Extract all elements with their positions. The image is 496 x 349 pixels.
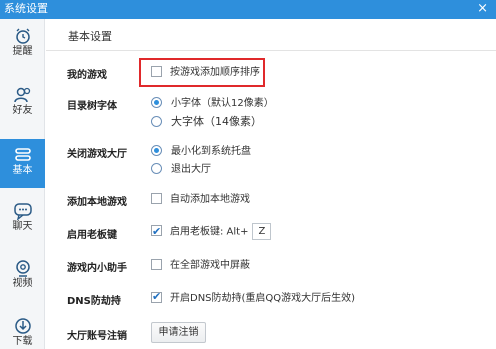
sidebar-item-label: 聊天	[12, 221, 33, 232]
download-icon	[14, 318, 31, 334]
sidebar-item-label: 基本	[12, 165, 33, 176]
radio-minimize-to-tray[interactable]: 最小化到系统托盘	[151, 144, 251, 159]
sidebar-item-label: 好友	[12, 105, 33, 116]
radio-small-font[interactable]: 小字体（默认12像素）	[151, 96, 274, 111]
radio-large-font[interactable]: 大字体（14像素）	[151, 115, 262, 129]
sidebar-item-label: 下载	[12, 336, 33, 347]
chat-bubble-icon	[13, 203, 32, 220]
radio-button[interactable]	[151, 162, 162, 174]
checkbox-label: 开启DNS防劫持(重启QQ游戏大厅后生效)	[170, 293, 356, 304]
radio-label: 退出大厅	[171, 164, 211, 175]
radio-button[interactable]	[151, 96, 162, 108]
checkbox-label: 在全部游戏中屏蔽	[170, 260, 250, 271]
label-tree-font: 目录树字体	[67, 101, 117, 112]
label-my-games: 我的游戏	[67, 70, 107, 81]
sidebar-item-video[interactable]: 视频	[0, 259, 45, 303]
close-icon[interactable]: ×	[477, 1, 488, 17]
label-boss-key: 启用老板键	[67, 230, 117, 241]
apply-cancel-button[interactable]: 申请注销	[151, 322, 206, 343]
checkbox-boss-key[interactable]: 启用老板键: Alt+Z	[151, 223, 272, 241]
boss-key-input[interactable]: Z	[252, 223, 272, 240]
sidebar-item-label: 视频	[12, 278, 33, 289]
radio-label: 最小化到系统托盘	[171, 146, 251, 157]
checkbox-block-in-all-games[interactable]: 在全部游戏中屏蔽	[151, 258, 250, 273]
radio-label: 小字体（默认12像素）	[171, 98, 274, 109]
checkbox-box[interactable]	[151, 65, 162, 77]
label-account-cancel: 大厅账号注销	[67, 331, 127, 342]
radio-button[interactable]	[151, 115, 162, 127]
checkbox-sort-by-add-order[interactable]: 按游戏添加顺序排序	[151, 65, 260, 80]
sidebar-item-label: 提醒	[12, 46, 33, 57]
radio-exit-hall[interactable]: 退出大厅	[151, 162, 211, 177]
alarm-clock-icon	[15, 28, 30, 44]
sidebar-item-basic[interactable]: 基本	[0, 139, 45, 188]
checkbox-dns-protection[interactable]: 开启DNS防劫持(重启QQ游戏大厅后生效)	[151, 290, 356, 306]
checkbox-label: 启用老板键: Alt+	[170, 226, 249, 238]
checkbox-box[interactable]	[151, 290, 162, 304]
sidebar-item-download[interactable]: 下载	[0, 317, 45, 349]
page-title: 基本设置	[68, 30, 112, 43]
checkbox-box[interactable]	[151, 223, 162, 241]
sidebar-item-reminder[interactable]: 提醒	[0, 27, 45, 71]
checkbox-label: 自动添加本地游戏	[170, 194, 250, 205]
sidebar-item-chat[interactable]: 聊天	[0, 202, 45, 246]
sidebar: 提醒 好友 基本 聊天 视频 下载	[0, 19, 45, 349]
title-bar: 系统设置 ×	[0, 0, 496, 19]
checkbox-auto-add-local[interactable]: 自动添加本地游戏	[151, 192, 250, 207]
section-header: 基本设置	[46, 19, 496, 51]
radio-button[interactable]	[151, 144, 162, 156]
checkbox-box[interactable]	[151, 192, 162, 204]
radio-label: 大字体（14像素）	[171, 115, 262, 128]
sidebar-item-friends[interactable]: 好友	[0, 86, 45, 130]
checkbox-box[interactable]	[151, 258, 162, 270]
label-close-hall: 关闭游戏大厅	[67, 149, 127, 160]
label-add-local-games: 添加本地游戏	[67, 197, 127, 208]
label-in-game-helper: 游戏内小助手	[67, 263, 127, 274]
friends-icon	[13, 87, 30, 103]
settings-list-icon	[14, 148, 31, 161]
checkbox-label: 按游戏添加顺序排序	[170, 67, 260, 78]
video-camera-icon	[15, 260, 30, 277]
label-dns-protection: DNS防劫持	[67, 296, 121, 307]
window-title: 系统设置	[4, 2, 48, 15]
